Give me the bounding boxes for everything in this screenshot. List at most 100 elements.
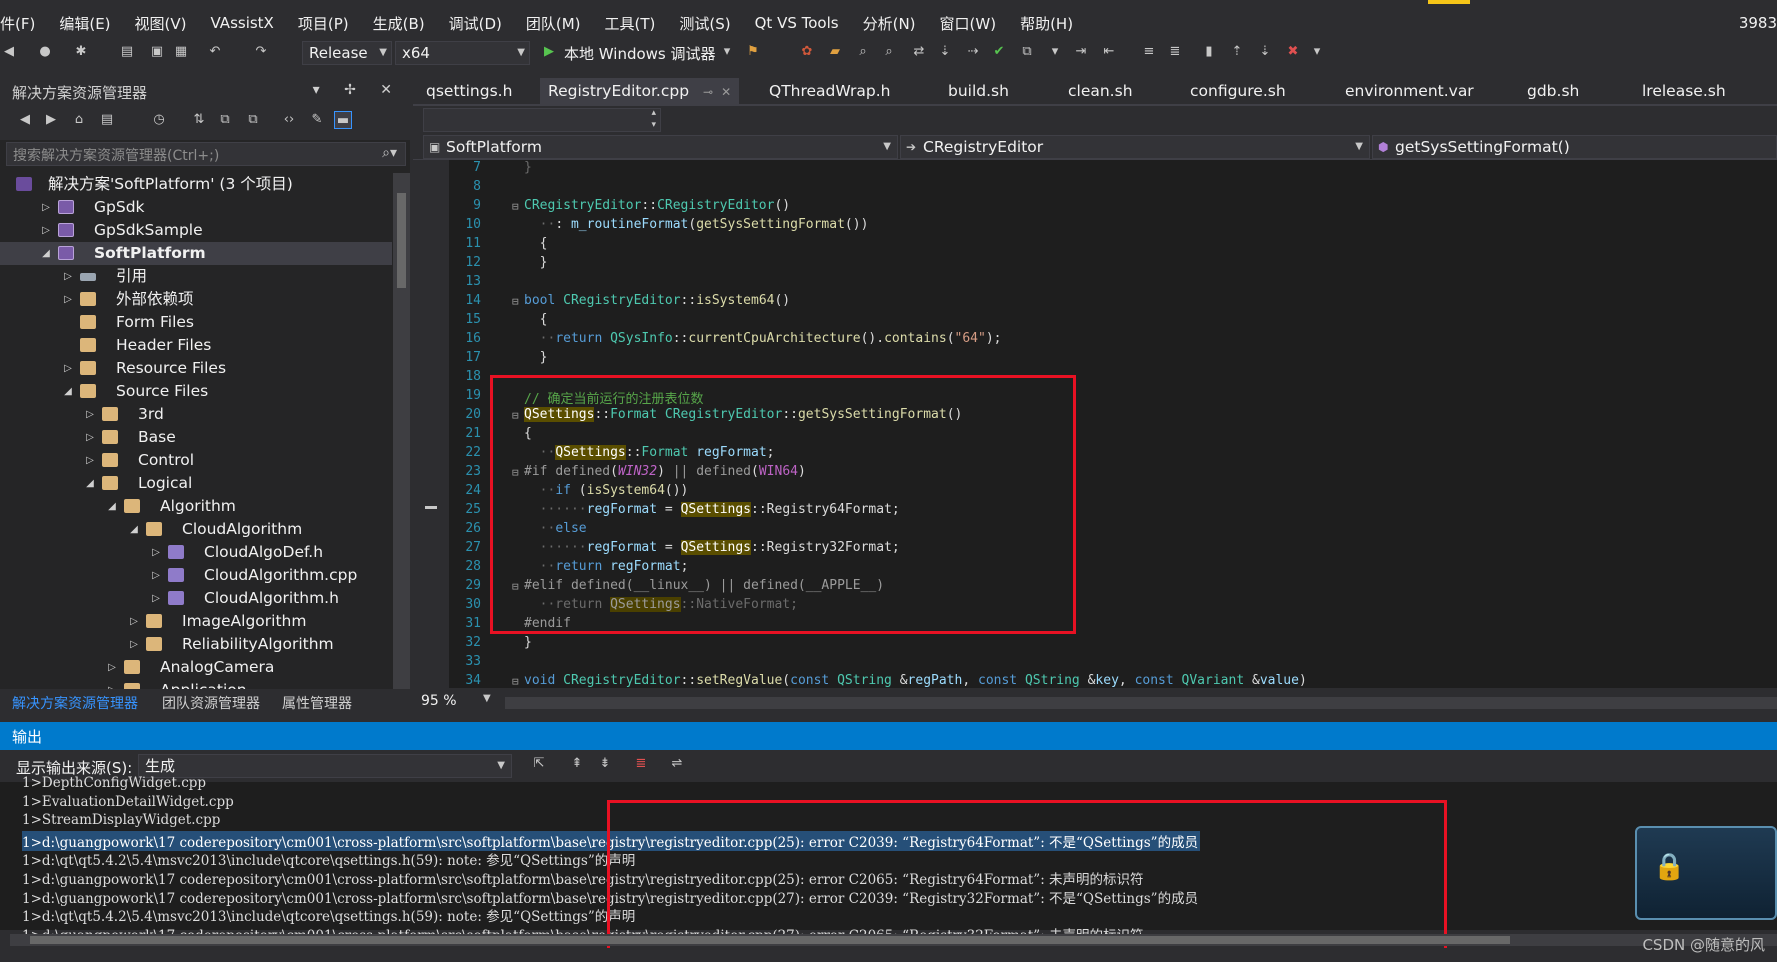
output-line[interactable]: 1>d:\qt\qt5.4.2\5.4\msvc2013\include\qtc… (22, 905, 635, 925)
clear-all-icon[interactable]: ≣ (632, 755, 650, 773)
tree-item[interactable]: ◢ SoftPlatform (0, 242, 392, 265)
menu-item[interactable]: 工具(T) (593, 13, 668, 34)
expand-arrow-icon[interactable]: ◢ (40, 242, 52, 265)
expand-arrow-icon[interactable]: ▷ (150, 541, 162, 564)
expand-arrow-icon[interactable]: ▷ (150, 587, 162, 610)
switch-views-icon[interactable]: ▤ (98, 111, 116, 129)
tab-property-manager[interactable]: 属性管理器 (282, 693, 352, 713)
tree-item[interactable]: ▷ GpSdk (0, 196, 392, 219)
menu-item[interactable]: 项目(P) (286, 13, 361, 34)
menu-item[interactable]: VAssistX (199, 14, 286, 32)
tree-scrollbar[interactable] (393, 173, 410, 689)
output-horizontal-scrollbar[interactable] (10, 934, 1777, 946)
uncomment-icon[interactable]: ≣ (1166, 43, 1184, 61)
expand-arrow-icon[interactable]: ▷ (128, 633, 140, 656)
sync-icon[interactable]: ⇅ (190, 111, 208, 129)
tree-item[interactable]: ▷ GpSdkSample (0, 219, 392, 242)
expand-arrow-icon[interactable]: ▷ (84, 403, 96, 426)
tab-qthreadwrap-h[interactable]: QThreadWrap.h (769, 82, 891, 100)
tree-item[interactable]: ▷ 引用 (0, 265, 392, 288)
menu-item[interactable]: 编辑(E) (47, 13, 122, 34)
start-debug-icon[interactable]: ▶ (540, 43, 558, 61)
comment-icon[interactable]: ≡ (1140, 43, 1158, 61)
tree-item[interactable]: ▷ Base (0, 426, 392, 449)
tab-environment-var[interactable]: environment.var (1345, 82, 1474, 100)
tree-item[interactable]: Form Files (0, 311, 392, 334)
show-all-files-icon[interactable]: ⧉ (244, 111, 262, 129)
bookmark-icon[interactable]: ▮ (1200, 43, 1218, 61)
expand-arrow-icon[interactable]: ▷ (150, 564, 162, 587)
tree-item[interactable]: ◢ CloudAlgorithm (0, 518, 392, 541)
collapse-all-icon[interactable]: ⧉ (216, 111, 234, 129)
expand-arrow-icon[interactable]: ◢ (106, 495, 118, 518)
forward-icon[interactable]: ▶ (42, 111, 60, 129)
menu-item[interactable]: 测试(S) (667, 13, 742, 34)
save-icon[interactable]: ▣ (148, 43, 166, 61)
tab-build-sh[interactable]: build.sh (948, 82, 1009, 100)
menu-item[interactable]: 帮助(H) (1008, 13, 1085, 34)
menu-item[interactable]: 团队(M) (514, 13, 593, 34)
expand-arrow-icon[interactable]: ▷ (62, 288, 74, 311)
pin-icon[interactable]: ⊸ (703, 85, 713, 99)
chevron-down-icon[interactable]: ▼ (483, 693, 491, 704)
tree-item[interactable]: ▷ Resource Files (0, 357, 392, 380)
tab-configure-sh[interactable]: configure.sh (1190, 82, 1286, 100)
tree-item[interactable]: ◢ Source Files (0, 380, 392, 403)
split-view-box[interactable]: ▴ ▾ (423, 108, 661, 132)
code-icon[interactable]: ‹› (280, 111, 298, 129)
close-icon[interactable]: ✕ (721, 85, 731, 99)
undo-icon[interactable]: ↶ (206, 43, 224, 61)
new-project-icon[interactable]: ✱ (72, 43, 90, 61)
tree-item[interactable]: ◢ Logical (0, 472, 392, 495)
pending-changes-icon[interactable]: ◷ (150, 111, 168, 129)
fold-icon[interactable]: ⊟ (512, 295, 519, 308)
attach-process-icon[interactable]: ⚑ (744, 43, 762, 61)
window-icon[interactable]: ⧉ (1018, 43, 1036, 61)
tab-registryeditor-cpp[interactable]: RegistryEditor.cpp ⊸ ✕ (540, 78, 740, 104)
tree-item[interactable]: ▷ 外部依赖项 (0, 288, 392, 311)
code-horizontal-scrollbar[interactable] (505, 697, 1777, 709)
tab-gdb-sh[interactable]: gdb.sh (1527, 82, 1579, 100)
expand-arrow-icon[interactable]: ◢ (84, 472, 96, 495)
save-all-icon[interactable]: ▦ (172, 43, 190, 61)
tree-item[interactable]: ◢ Algorithm (0, 495, 392, 518)
output-line[interactable]: 1>d:\qt\qt5.4.2\5.4\msvc2013\include\qtc… (22, 849, 635, 869)
next-message-icon[interactable]: ⇟ (596, 755, 614, 773)
outdent-icon[interactable]: ⇤ (1100, 43, 1118, 61)
next-bookmark-icon[interactable]: ⇣ (1256, 43, 1274, 61)
expand-arrow-icon[interactable]: ▷ (84, 426, 96, 449)
step-icon[interactable]: ⇣ (936, 43, 954, 61)
class-dropdown[interactable]: ➔ CRegistryEditor ▼ (900, 135, 1370, 159)
expand-arrow-icon[interactable]: ◢ (128, 518, 140, 541)
expand-arrow-icon[interactable]: ▷ (106, 679, 118, 689)
tab-team-explorer[interactable]: 团队资源管理器 (162, 693, 260, 713)
redo-icon[interactable]: ↷ (252, 43, 270, 61)
tab-solution-explorer[interactable]: 解决方案资源管理器 (12, 693, 138, 713)
expand-arrow-icon[interactable]: ▷ (40, 196, 52, 219)
navigate-icon[interactable]: ⇄ (910, 43, 928, 61)
step-over-icon[interactable]: ⇢ (964, 43, 982, 61)
tab-lrelease-sh[interactable]: lrelease.sh (1642, 82, 1726, 100)
find-files-icon[interactable]: ⌕ (880, 43, 898, 61)
expand-arrow-icon[interactable]: ▷ (128, 610, 140, 633)
tree-item[interactable]: 解决方案'SoftPlatform' (3 个项目) (0, 173, 392, 196)
project-dropdown[interactable]: ▣ SoftPlatform ▼ (423, 135, 898, 159)
chevron-down-icon[interactable]: ▾ (1308, 43, 1326, 61)
prev-bookmark-icon[interactable]: ⇡ (1228, 43, 1246, 61)
expand-arrow-icon[interactable]: ▷ (106, 656, 118, 679)
prev-message-icon[interactable]: ⇞ (568, 755, 586, 773)
expand-arrow-icon[interactable]: ▷ (62, 265, 74, 288)
tree-item[interactable]: ▷ ImageAlgorithm (0, 610, 392, 633)
forward-icon[interactable]: ● (36, 43, 54, 61)
scrollbar-thumb[interactable] (30, 936, 1510, 944)
menu-item[interactable]: Qt VS Tools (743, 14, 851, 32)
solution-search-input[interactable]: 搜索解决方案资源管理器(Ctrl+;) ⌕▾ (6, 142, 406, 166)
output-line[interactable]: 1>DepthConfigWidget.cpp (22, 775, 206, 791)
menu-item[interactable]: 件(F) (0, 13, 47, 34)
platform-select[interactable]: x64 ▼ (395, 41, 530, 65)
breakpoint-icon[interactable]: ✿ (798, 43, 816, 61)
expand-arrow-icon[interactable]: ◢ (62, 380, 74, 403)
menu-item[interactable]: 分析(N) (851, 13, 928, 34)
indent-icon[interactable]: ⇥ (1072, 43, 1090, 61)
output-line[interactable]: 1>EvaluationDetailWidget.cpp (22, 794, 234, 810)
